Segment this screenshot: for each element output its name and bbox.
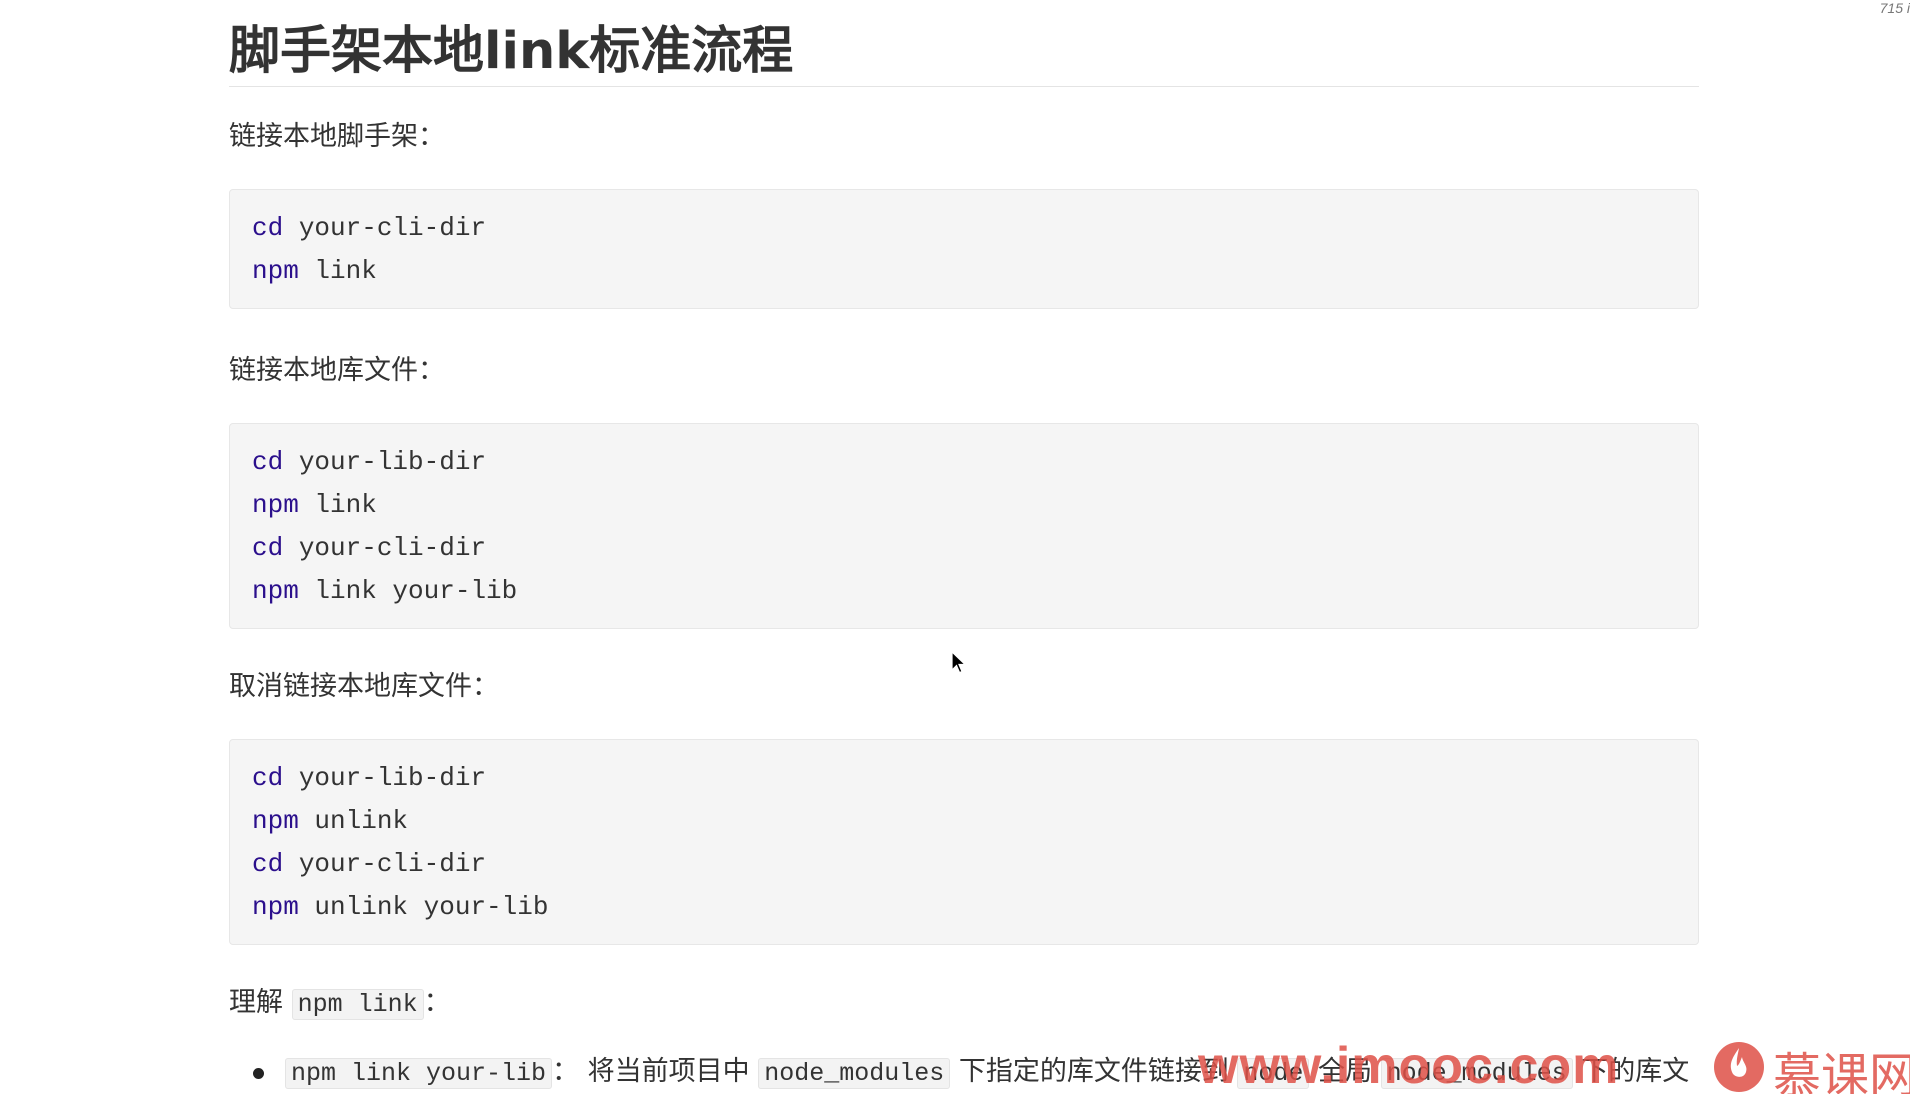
code-args: unlink your-lib <box>298 892 549 922</box>
document: 脚手架本地link标准流程 链接本地脚手架： cd your-cli-dir n… <box>229 0 1699 1094</box>
code-keyword: cd <box>252 447 284 477</box>
code-keyword: cd <box>252 763 284 793</box>
bullet-icon <box>253 1068 264 1079</box>
code-args: your-cli-dir <box>283 849 487 879</box>
code-line: npm unlink <box>252 806 408 836</box>
code-line: npm link your-lib <box>252 576 517 606</box>
code-args: your-cli-dir <box>283 533 487 563</box>
section-heading: 链接本地脚手架： <box>229 121 445 152</box>
code-keyword: npm <box>252 256 299 286</box>
code-line: npm link <box>252 490 377 520</box>
understand-heading: 理解 npm link： <box>229 983 1699 1025</box>
code-keyword: npm <box>252 576 299 606</box>
code-line: cd your-lib-dir <box>252 447 486 477</box>
code-keyword: cd <box>252 849 284 879</box>
code-args: your-lib-dir <box>283 447 487 477</box>
code-block[interactable]: cd your-lib-dir npm link cd your-cli-dir… <box>229 423 1699 629</box>
code-line: npm unlink your-lib <box>252 892 548 922</box>
code-keyword: npm <box>252 490 299 520</box>
bullet-text: 下指定的库文件链接到 <box>950 1056 1238 1087</box>
code-args: link <box>298 490 377 520</box>
imooc-flame-logo-icon <box>1714 1042 1764 1092</box>
code-args: link your-lib <box>298 576 518 606</box>
mouse-cursor-icon <box>951 651 967 674</box>
code-args: unlink <box>298 806 409 836</box>
code-line: npm link <box>252 256 377 286</box>
inline-code: npm link <box>291 989 424 1020</box>
code-block[interactable]: cd your-cli-dir npm link <box>229 189 1699 309</box>
code-args: link <box>298 256 377 286</box>
corner-label: 715 i <box>1879 0 1910 16</box>
inline-code: node_modules <box>758 1058 951 1089</box>
code-args: your-cli-dir <box>283 213 487 243</box>
understand-suffix: ： <box>423 987 451 1018</box>
inline-code: npm link your-lib <box>285 1058 553 1089</box>
code-keyword: npm <box>252 892 299 922</box>
code-line: cd your-cli-dir <box>252 849 486 879</box>
code-line: cd your-cli-dir <box>252 213 486 243</box>
code-keyword: cd <box>252 213 284 243</box>
bullet-text: ： 将当前项目中 <box>552 1056 759 1087</box>
page: 715 i 脚手架本地link标准流程 链接本地脚手架： cd your-cli… <box>0 0 1910 1094</box>
understand-prefix: 理解 <box>229 987 292 1018</box>
watermark-brand: 慕课网 <box>1773 1048 1910 1094</box>
code-line: cd your-lib-dir <box>252 763 486 793</box>
code-args: your-lib-dir <box>283 763 487 793</box>
code-block[interactable]: cd your-lib-dir npm unlink cd your-cli-d… <box>229 739 1699 945</box>
code-keyword: npm <box>252 806 299 836</box>
code-line: cd your-cli-dir <box>252 533 486 563</box>
code-keyword: cd <box>252 533 284 563</box>
watermark-url: www.imooc.com <box>1198 1037 1620 1094</box>
section-heading: 链接本地库文件： <box>229 355 445 386</box>
page-title: 脚手架本地link标准流程 <box>229 0 1699 87</box>
